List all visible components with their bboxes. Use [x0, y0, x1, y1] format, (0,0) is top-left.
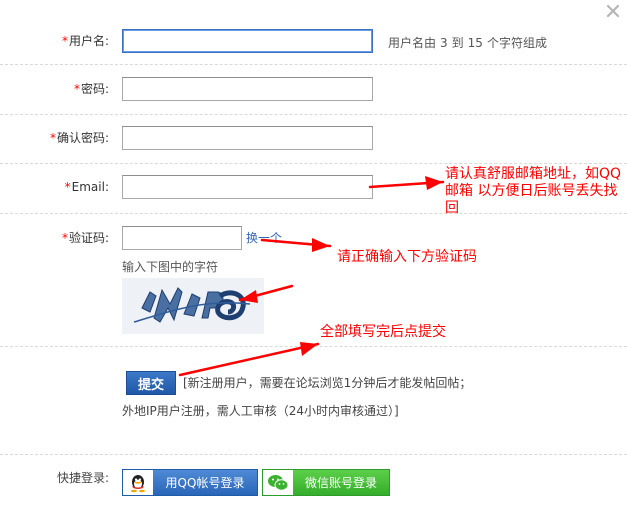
annotation-arrows	[178, 176, 445, 377]
submit-arrow	[178, 342, 320, 377]
